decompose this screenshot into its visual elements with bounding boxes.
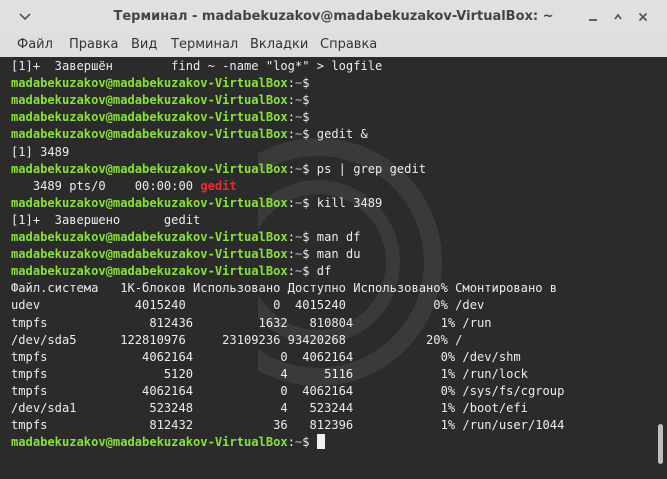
output-line: tmpfs 5120 4 5116 1% /run/lock bbox=[11, 366, 528, 383]
prompt-line: madabekuzakov@madabekuzakov-VirtualBox:~… bbox=[11, 161, 426, 178]
output-line: [1]+ Завершён find ~ -name "log*" > logf… bbox=[11, 58, 382, 75]
prompt-colon: : bbox=[287, 161, 295, 176]
command-text: kill 3489 bbox=[309, 195, 383, 210]
output-line: 3489 pts/0 00:00:00 gedit bbox=[11, 178, 237, 195]
command-text: man df bbox=[309, 230, 361, 244]
close-icon[interactable] bbox=[632, 6, 654, 28]
output-line: /dev/sda5 122810976 23109236 93420268 20… bbox=[11, 332, 462, 349]
command-text: man du bbox=[309, 247, 361, 262]
menu-bar: Файл Правка Вид Терминал Вкладки Справка bbox=[0, 34, 667, 58]
prompt-line: madabekuzakov@madabekuzakov-VirtualBox:~… bbox=[11, 75, 310, 92]
output-text: tmpfs 812432 36 812396 1% /run/user/1044 bbox=[11, 418, 565, 433]
prompt-line: madabekuzakov@madabekuzakov-VirtualBox:~… bbox=[11, 126, 368, 143]
prompt-colon: : bbox=[287, 230, 295, 244]
output-line: tmpfs 812432 36 812396 1% /run/user/1044 bbox=[11, 417, 564, 434]
prompt-line: madabekuzakov@madabekuzakov-VirtualBox:~… bbox=[11, 263, 331, 280]
prompt-user: madabekuzakov@madabekuzakov-VirtualBox bbox=[11, 161, 288, 176]
prompt-user: madabekuzakov@madabekuzakov-VirtualBox bbox=[11, 247, 288, 262]
output-line: tmpfs 812436 1632 810804 1% /run bbox=[11, 315, 492, 332]
output-line: tmpfs 4062164 0 4062164 0% /sys/fs/cgrou… bbox=[11, 383, 564, 400]
prompt-user: madabekuzakov@madabekuzakov-VirtualBox bbox=[11, 127, 288, 142]
output-line: tmpfs 4062164 0 4062164 0% /dev/shm bbox=[11, 349, 521, 366]
prompt-sign: $ bbox=[302, 435, 310, 450]
prompt-colon: : bbox=[287, 264, 295, 279]
terminal-output[interactable]: [1]+ Завершён find ~ -name "log*" > logf… bbox=[0, 57, 653, 475]
prompt-user: madabekuzakov@madabekuzakov-VirtualBox bbox=[11, 230, 288, 244]
output-text: tmpfs 4062164 0 4062164 0% /dev/shm bbox=[11, 349, 521, 364]
prompt-sign: $ bbox=[302, 161, 310, 176]
output-text: [1]+ Завершён find ~ -name "log*" > logf… bbox=[11, 59, 383, 73]
command-text: ps | grep gedit bbox=[309, 161, 427, 176]
prompt-user: madabekuzakov@madabekuzakov-VirtualBox bbox=[11, 110, 288, 125]
title-bar[interactable]: Терминал - madabekuzakov@madabekuzakov-V… bbox=[0, 0, 667, 35]
prompt-colon: : bbox=[287, 110, 295, 125]
window-title: Терминал - madabekuzakov@madabekuzakov-V… bbox=[113, 9, 554, 24]
output-line: /dev/sda1 523248 4 523244 1% /boot/efi bbox=[11, 400, 528, 417]
prompt-sign: $ bbox=[302, 127, 310, 142]
prompt-colon: : bbox=[287, 93, 295, 108]
menu-view[interactable]: Вид bbox=[131, 34, 157, 57]
command-text: gedit & bbox=[309, 127, 368, 142]
prompt-user: madabekuzakov@madabekuzakov-VirtualBox bbox=[11, 93, 288, 108]
prompt-colon: : bbox=[287, 435, 295, 450]
prompt-user: madabekuzakov@madabekuzakov-VirtualBox bbox=[11, 435, 288, 450]
prompt-line: madabekuzakov@madabekuzakov-VirtualBox:~… bbox=[11, 246, 361, 263]
grep-match: gedit bbox=[200, 178, 237, 193]
maximize-icon[interactable] bbox=[607, 6, 629, 28]
prompt-user: madabekuzakov@madabekuzakov-VirtualBox bbox=[11, 76, 288, 91]
prompt-sign: $ bbox=[302, 93, 310, 108]
output-line: [1]+ Завершено gedit bbox=[11, 212, 200, 229]
prompt-sign: $ bbox=[302, 76, 310, 91]
output-text: 3489 pts/0 00:00:00 bbox=[11, 178, 201, 193]
menu-terminal[interactable]: Терминал bbox=[171, 34, 238, 57]
command-text: df bbox=[309, 264, 332, 279]
prompt-line: madabekuzakov@madabekuzakov-VirtualBox:~… bbox=[11, 229, 361, 246]
prompt-line: madabekuzakov@madabekuzakov-VirtualBox:~… bbox=[11, 109, 310, 126]
text-cursor bbox=[316, 434, 325, 450]
prompt-line: madabekuzakov@madabekuzakov-VirtualBox:~… bbox=[11, 195, 382, 212]
output-text: /dev/sda1 523248 4 523244 1% /boot/efi bbox=[11, 401, 528, 415]
prompt-sign: $ bbox=[302, 195, 310, 210]
menu-help[interactable]: Справка bbox=[320, 34, 377, 57]
output-line: udev 4015240 0 4015240 0% /dev bbox=[11, 297, 484, 314]
terminal-window: Терминал - madabekuzakov@madabekuzakov-V… bbox=[0, 0, 667, 479]
output-text: [1]+ Завершено gedit bbox=[11, 212, 201, 227]
output-text: /dev/sda5 122810976 23109236 93420268 20… bbox=[11, 332, 463, 347]
output-text: tmpfs 812436 1632 810804 1% /run bbox=[11, 315, 492, 330]
prompt-colon: : bbox=[287, 127, 295, 142]
prompt-user: madabekuzakov@madabekuzakov-VirtualBox bbox=[11, 195, 288, 210]
output-text: Файл.система 1K-блоков Использовано Дост… bbox=[11, 281, 558, 296]
prompt-user: madabekuzakov@madabekuzakov-VirtualBox bbox=[11, 264, 288, 279]
prompt-sign: $ bbox=[302, 110, 310, 125]
prompt-colon: : bbox=[287, 195, 295, 210]
output-text: udev 4015240 0 4015240 0% /dev bbox=[11, 298, 485, 313]
output-line: [1] 3489 bbox=[11, 144, 69, 161]
command-text bbox=[310, 435, 317, 449]
prompt-sign: $ bbox=[302, 247, 310, 262]
menu-edit[interactable]: Правка bbox=[69, 34, 118, 57]
output-line: Файл.система 1K-блоков Использовано Дост… bbox=[11, 280, 557, 297]
prompt-colon: : bbox=[287, 76, 295, 91]
menu-file[interactable]: Файл bbox=[17, 34, 53, 57]
prompt-line: madabekuzakov@madabekuzakov-VirtualBox:~… bbox=[11, 92, 310, 109]
minimize-icon[interactable] bbox=[582, 6, 604, 28]
scrollbar-thumb[interactable] bbox=[658, 424, 663, 464]
menu-tabs[interactable]: Вкладки bbox=[250, 34, 308, 57]
output-text: tmpfs 4062164 0 4062164 0% /sys/fs/cgrou… bbox=[11, 383, 565, 398]
prompt-sign: $ bbox=[302, 264, 310, 279]
prompt-sign: $ bbox=[302, 230, 310, 244]
output-text: [1] 3489 bbox=[11, 144, 70, 159]
output-text: tmpfs 5120 4 5116 1% /run/lock bbox=[11, 366, 528, 381]
scrollbar[interactable] bbox=[653, 57, 667, 479]
prompt-colon: : bbox=[287, 247, 295, 262]
prompt-line: madabekuzakov@madabekuzakov-VirtualBox:~… bbox=[11, 434, 325, 451]
